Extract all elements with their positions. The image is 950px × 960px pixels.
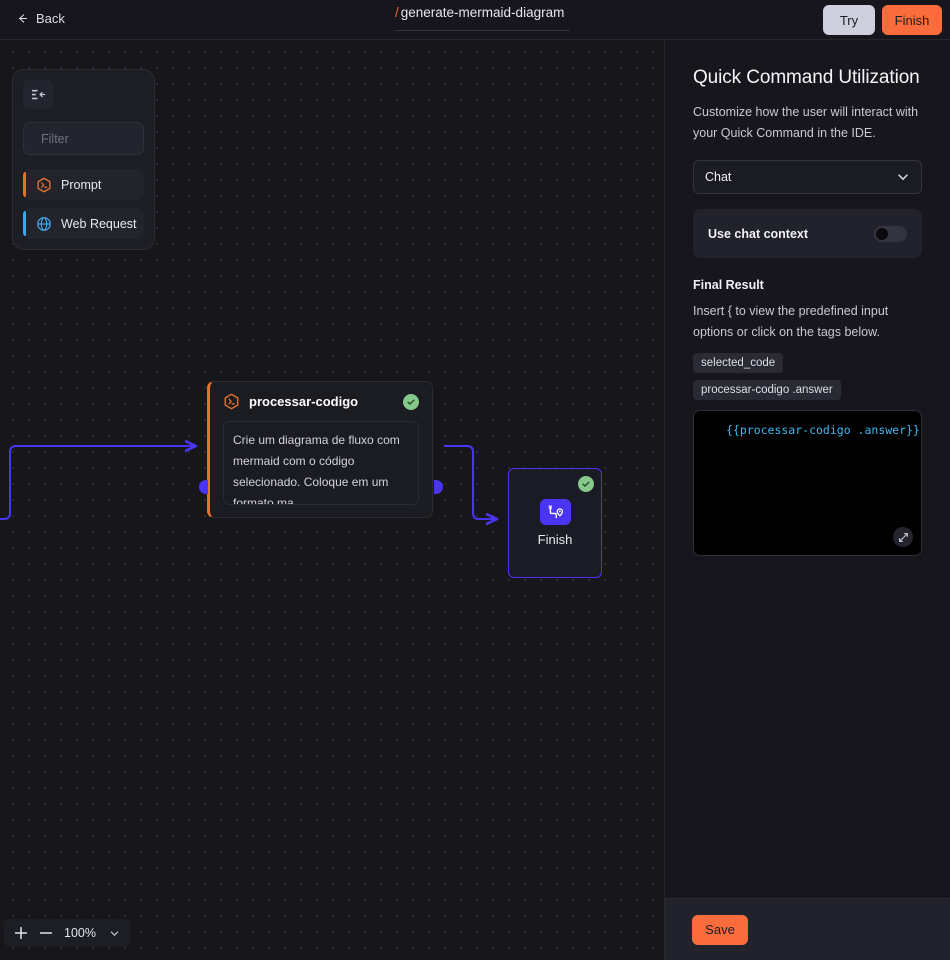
back-button[interactable]: Back [8,8,73,29]
hexagon-terminal-icon [224,393,239,410]
document-title-text: generate-mermaid-diagram [400,5,565,20]
panel-collapse-left-icon [31,89,45,99]
node-finish[interactable]: Finish [508,468,602,578]
final-result-label: Final Result [693,278,764,292]
expand-diagonal-icon [898,532,908,542]
finish-node-label: Finish [537,532,573,547]
palette-accent-bar [23,211,26,236]
node-body: Crie um diagrama de fluxo com mermaid co… [223,421,419,505]
zoom-dropdown-button[interactable] [107,926,122,941]
node-body-text: Crie um diagrama de fluxo com mermaid co… [233,433,400,505]
chevron-down-icon [898,174,908,180]
palette-filter-input[interactable] [41,131,202,146]
hexagon-terminal-icon [37,177,51,192]
palette-filter-box[interactable] [23,122,202,155]
try-button[interactable]: Try [823,5,875,35]
zoom-controls: 100% [4,919,131,947]
use-chat-context-toggle[interactable] [874,225,907,242]
route-pin-icon [548,504,563,518]
title-slash-prefix: / [395,5,399,20]
check-glyph [407,399,415,405]
minus-icon [39,932,52,934]
document-title-field[interactable]: / generate-mermaid-diagram [395,4,570,31]
variable-tag-processar-codigo-answer[interactable]: processar-codigo .answer [693,380,841,400]
check-circle-icon [578,476,594,492]
palette-collapse-button[interactable] [23,80,53,109]
interaction-mode-value: Chat [705,170,732,184]
panel-title: Quick Command Utilization [693,67,920,88]
right-panel: Quick Command Utilization Customize how … [664,40,950,960]
document-title: / generate-mermaid-diagram [395,5,564,20]
top-bar: Back / generate-mermaid-diagram Try Finis… [0,0,950,40]
use-chat-context-row: Use chat context [693,209,922,258]
finish-button[interactable]: Finish [882,5,942,35]
globe-icon [37,216,51,231]
back-label: Back [36,11,65,26]
panel-description: Customize how the user will interact wit… [693,105,919,140]
flow-canvas[interactable]: Prompt Web Request [0,40,664,960]
node-processar-codigo[interactable]: processar-codigo Crie um diagrama de flu… [199,381,443,518]
arrow-left-icon [19,14,28,23]
node-header: processar-codigo [223,393,419,410]
app-root: Back / generate-mermaid-diagram Try Finis… [0,0,950,960]
interaction-mode-select[interactable]: Chat [693,160,922,194]
node-output-port[interactable] [434,480,443,494]
check-glyph [582,481,590,487]
finish-node-icon-box [539,499,571,525]
palette-item-label: Web Request [61,216,137,231]
zoom-in-button[interactable] [13,926,28,941]
use-chat-context-label: Use chat context [708,226,809,241]
plus-icon [14,926,27,940]
save-button[interactable]: Save [692,914,748,945]
panel-footer: Save [665,898,950,960]
zoom-level-label: 100% [64,926,96,940]
node-palette: Prompt Web Request [12,69,202,250]
node-title: processar-codigo [249,394,359,409]
zoom-out-button[interactable] [38,926,53,941]
palette-accent-bar [23,172,26,197]
code-line: {{processar-codigo .answer}} [726,423,920,437]
variable-tag-list: selected_code processar-codigo .answer [693,353,922,400]
edge-input-to-prompt [0,446,196,520]
palette-item-web-request[interactable]: Web Request [23,208,144,239]
toggle-knob [876,227,888,240]
edge-prompt-to-finish [444,445,497,519]
node-input-port[interactable] [199,480,208,494]
expand-editor-button[interactable] [893,527,913,547]
palette-item-label: Prompt [61,177,102,192]
palette-item-prompt[interactable]: Prompt [23,169,144,200]
final-result-hint: Insert { to view the predefined input op… [693,304,889,339]
panel-content: Quick Command Utilization Customize how … [665,40,950,898]
final-result-code-editor[interactable]: {{processar-codigo .answer}} [693,410,922,556]
variable-tag-selected-code[interactable]: selected_code [693,353,784,373]
chevron-down-icon [110,930,119,936]
check-circle-icon [403,393,419,410]
